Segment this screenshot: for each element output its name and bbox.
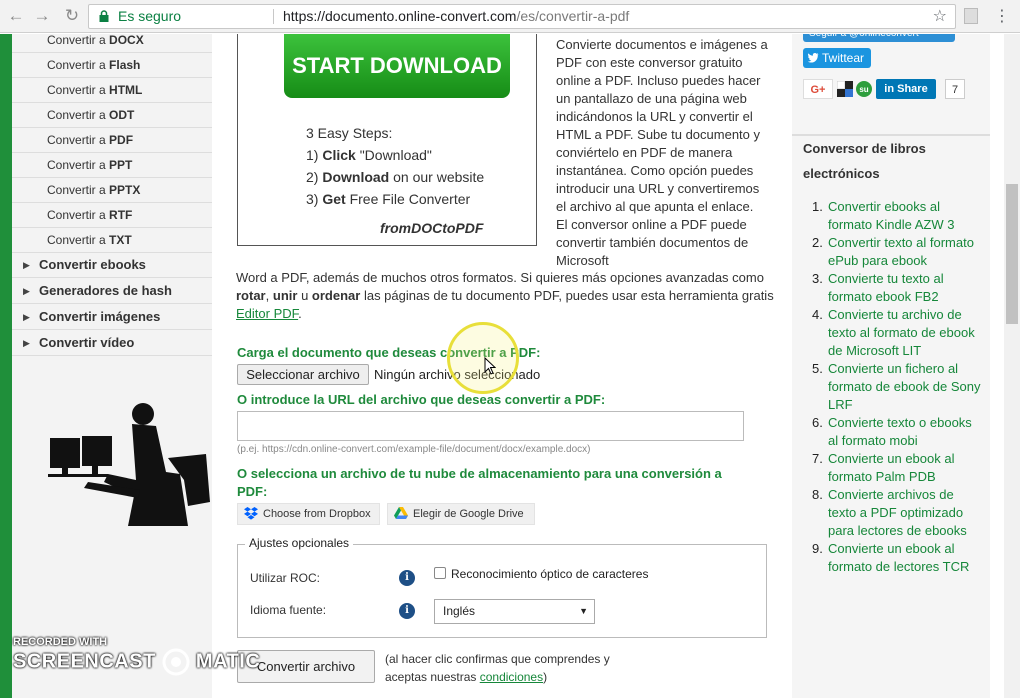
url-input-hint: (p.ej. https://cdn.online-convert.com/ex… — [237, 444, 591, 455]
twitter-bird-icon — [808, 53, 819, 63]
ocr-checkbox-label[interactable]: Reconocimiento óptico de caracteres — [451, 567, 648, 581]
download-advertisement[interactable]: START DOWNLOAD 3 Easy Steps: 1) Click "D… — [237, 34, 537, 246]
sidebar-item-flash[interactable]: Convertir a Flash — [12, 53, 212, 78]
ocr-checkbox[interactable] — [434, 567, 446, 579]
sidebar-category-ebooks[interactable]: ▶ Convertir ebooks — [12, 252, 212, 278]
list-item[interactable]: 6. Convierte texto o ebooks al formato mo… — [803, 414, 983, 450]
sidebar-item-pdf[interactable]: Convertir a PDF — [12, 128, 212, 153]
page: Convertir a DOCX Convertir a Flash Conve… — [0, 34, 1020, 698]
sidebar-item-pptx[interactable]: Convertir a PPTX — [12, 178, 212, 203]
ad-step-1: 1) Click "Download" — [306, 147, 432, 163]
description-continued: Word a PDF, además de muchos otros forma… — [236, 270, 774, 321]
cursor-highlight — [447, 322, 519, 394]
choose-file-button[interactable]: Seleccionar archivo — [237, 364, 369, 385]
ebook-converter-list: 1. Convertir ebooks al formato Kindle AZW… — [803, 198, 983, 576]
list-item[interactable]: 1. Convertir ebooks al formato Kindle AZW… — [803, 198, 983, 234]
conditions-link[interactable]: condiciones — [480, 670, 543, 684]
dropbox-button[interactable]: Choose from Dropbox — [237, 503, 380, 525]
delicious-icon[interactable] — [837, 81, 853, 97]
google-drive-button[interactable]: Elegir de Google Drive — [387, 503, 535, 525]
ocr-label: Utilizar ROC: — [250, 571, 321, 585]
ad-steps-title: 3 Easy Steps: — [306, 125, 393, 141]
brand-side-bar — [0, 34, 12, 698]
google-plus-button[interactable]: G+ — [803, 79, 833, 99]
source-language-select[interactable]: Inglés ▼ — [434, 599, 595, 624]
screencast-watermark: RECORDED WITH SCREENCAST MATIC — [13, 636, 260, 676]
address-bar[interactable]: Es seguro https://documento.online-conve… — [88, 4, 956, 29]
share-count: 7 — [945, 79, 965, 99]
browser-toolbar: ← → ↻ Es seguro https://documento.online… — [0, 0, 1020, 33]
extension-icon[interactable] — [964, 8, 978, 24]
sidebar-category-images[interactable]: ▶ Convertir imágenes — [12, 304, 212, 330]
source-language-label: Idioma fuente: — [250, 603, 327, 617]
caret-right-icon: ▶ — [23, 260, 30, 270]
description-text: Convierte documentos e imágenes a PDF co… — [556, 37, 768, 268]
watermark-line-2: SCREENCAST MATIC — [13, 648, 260, 676]
screencast-logo-icon — [162, 648, 190, 676]
watermark-line-1: RECORDED WITH — [13, 636, 108, 648]
sidebar-item-ppt[interactable]: Convertir a PPT — [12, 153, 212, 178]
linkedin-icon: in — [884, 83, 895, 95]
caret-right-icon: ▶ — [23, 338, 30, 348]
list-item[interactable]: 9. Convierte un ebook al formato de lecto… — [803, 540, 983, 576]
sidebar-item-txt[interactable]: Convertir a TXT — [12, 228, 212, 253]
vertical-scrollbar[interactable] — [1004, 34, 1020, 698]
dropdown-arrow-icon: ▼ — [579, 606, 588, 616]
twitter-follow-button[interactable]: Seguir a @onlineconvert — [803, 34, 955, 42]
sidebar-category-hash[interactable]: ▶ Generadores de hash — [12, 278, 212, 304]
sidebar-item-docx[interactable]: Convertir a DOCX — [12, 34, 212, 53]
list-item[interactable]: 7. Convierte un ebook al formato Palm PDB — [803, 450, 983, 486]
bookmark-star-icon[interactable]: ☆ — [933, 5, 947, 28]
sidebar-item-odt[interactable]: Convertir a ODT — [12, 103, 212, 128]
list-item[interactable]: 4. Convierte tu archivo de texto al forma… — [803, 306, 983, 360]
scrollbar-thumb[interactable] — [1006, 184, 1018, 324]
tweet-button[interactable]: Twittear — [803, 48, 871, 68]
ad-step-3: 3) Get Free File Converter — [306, 191, 471, 207]
sidebar: Convertir a DOCX Convertir a Flash Conve… — [12, 34, 212, 698]
caret-right-icon: ▶ — [23, 312, 30, 322]
secure-label: Es seguro — [118, 8, 182, 24]
linkedin-share-button[interactable]: in Share — [876, 79, 936, 99]
lock-icon — [99, 10, 109, 22]
chrome-menu-icon[interactable]: ⋮ — [994, 6, 1010, 26]
optional-settings-legend: Ajustes opcionales — [245, 536, 354, 550]
sidebar-item-rtf[interactable]: Convertir a RTF — [12, 203, 212, 228]
ad-logo: fromDOCtoPDF — [380, 220, 484, 236]
ocr-info-icon[interactable]: i — [399, 570, 415, 586]
google-drive-icon — [394, 507, 408, 519]
start-download-button[interactable]: START DOWNLOAD — [284, 34, 510, 98]
terms-notice: (al hacer clic confirmas que comprendes … — [385, 652, 610, 684]
list-item[interactable]: 3. Convierte tu texto al formato ebook FB… — [803, 270, 983, 306]
person-at-computer-illustration — [48, 403, 210, 526]
svg-text:su: su — [859, 85, 868, 94]
mouse-pointer-icon — [484, 357, 496, 375]
reload-icon[interactable]: ↻ — [62, 6, 82, 26]
cloud-heading: O selecciona un archivo de tu nube de al… — [237, 466, 722, 499]
ebook-converter-heading: Conversor de libros electrónicos — [803, 141, 926, 181]
language-info-icon[interactable]: i — [399, 603, 415, 619]
forward-icon[interactable]: → — [32, 6, 52, 26]
ad-steps: 3 Easy Steps: 1) Click "Download" 2) Dow… — [306, 122, 484, 210]
list-item[interactable]: 2. Convertir texto al formato ePub para e… — [803, 234, 983, 270]
stumbleupon-icon[interactable]: su — [856, 81, 872, 97]
list-item[interactable]: 8. Convierte archivos de texto a PDF opti… — [803, 486, 983, 540]
pdf-editor-link[interactable]: Editor PDF — [236, 306, 298, 321]
sidebar-item-html[interactable]: Convertir a HTML — [12, 78, 212, 103]
url-input[interactable] — [237, 411, 744, 441]
omnibox-separator — [273, 9, 274, 24]
caret-right-icon: ▶ — [23, 286, 30, 296]
sidebar-category-video[interactable]: ▶ Convertir vídeo — [12, 330, 212, 356]
list-item[interactable]: 5. Convierte un fichero al formato de ebo… — [803, 360, 983, 414]
url-text[interactable]: https://documento.online-convert.com/es/… — [283, 5, 629, 28]
url-heading: O introduce la URL del archivo que desea… — [237, 392, 606, 407]
dropbox-icon — [244, 507, 258, 520]
back-icon[interactable]: ← — [6, 6, 26, 26]
ad-step-2: 2) Download on our website — [306, 169, 485, 185]
